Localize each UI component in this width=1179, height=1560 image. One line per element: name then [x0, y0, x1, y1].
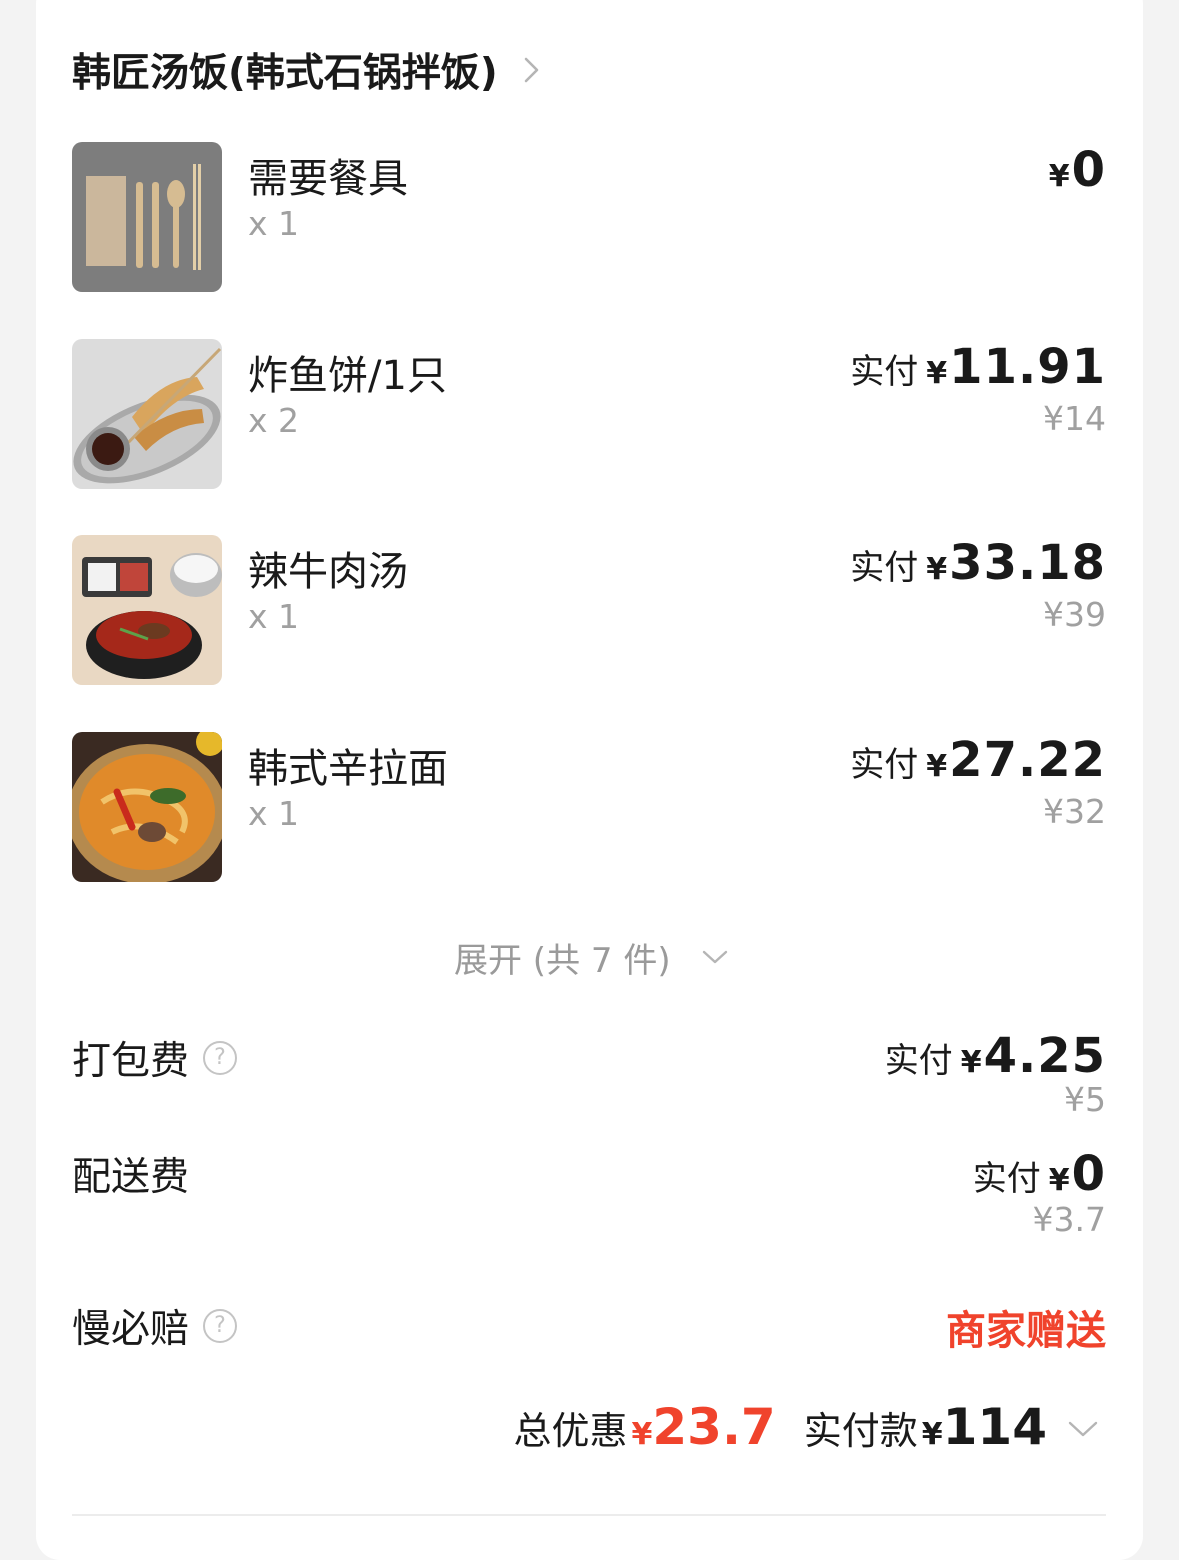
price-amount: 0: [1071, 1146, 1106, 1202]
original-price: ¥5: [1064, 1080, 1106, 1119]
price-label: 实付: [850, 548, 919, 588]
item-image-tableware: [72, 142, 222, 292]
list-item[interactable]: 辣牛肉汤 x 1 实付 ¥ 33.18 ¥39: [72, 535, 1106, 685]
list-item[interactable]: 炸鱼饼/1只 x 2 实付 ¥ 11.91 ¥14: [72, 339, 1106, 489]
currency-symbol: ¥: [631, 1417, 653, 1452]
chevron-down-icon: [702, 950, 727, 964]
chevron-down-icon: [1068, 1421, 1098, 1437]
packing-fee-price-area: 实付 ¥ 4.25 ¥5: [72, 1028, 1106, 1128]
currency-symbol: ¥: [1048, 159, 1070, 194]
price-label: 实付: [884, 1041, 953, 1081]
item-price: ¥ 0: [1049, 142, 1106, 198]
currency-symbol: ¥: [960, 1045, 982, 1080]
late-guarantee-label: 慢必赔: [72, 1307, 190, 1352]
price-label: 实付: [850, 745, 919, 785]
paid-label: 实付款: [803, 1409, 918, 1453]
original-price: ¥32: [1043, 792, 1106, 831]
currency-symbol: ¥: [921, 1417, 943, 1452]
delivery-fee-price-area: 实付 ¥ 0 ¥3.7: [72, 1146, 1106, 1246]
item-name: 炸鱼饼/1只: [248, 353, 447, 399]
item-name: 辣牛肉汤: [248, 549, 408, 595]
item-name: 需要餐具: [248, 156, 408, 202]
original-price: ¥39: [1043, 595, 1106, 634]
original-price: ¥14: [1043, 399, 1106, 438]
packing-fee-price: 实付 ¥ 4.25: [885, 1028, 1106, 1084]
item-quantity: x 1: [248, 204, 300, 243]
price-amount: 0: [1071, 142, 1106, 198]
expand-items-button[interactable]: 展开 (共 7 件): [454, 932, 729, 982]
price-amount: 33.18: [949, 535, 1106, 591]
item-image-ramen: [72, 732, 222, 882]
shop-name: 韩匠汤饭(韩式石锅拌饭): [72, 51, 498, 96]
price-amount: 4.25: [983, 1028, 1106, 1084]
item-quantity: x 2: [248, 401, 300, 440]
item-quantity: x 1: [248, 794, 300, 833]
item-image-fish-cake: [72, 339, 222, 489]
price-amount: 11.91: [949, 339, 1106, 395]
chevron-right-icon: [524, 57, 538, 83]
paid-amount: 114: [942, 1398, 1047, 1456]
late-guarantee-row: 慢必赔 ?: [72, 1298, 238, 1354]
list-item[interactable]: 需要餐具 x 1 ¥ 0: [72, 142, 1106, 292]
item-image-beef-soup: [72, 535, 222, 685]
currency-symbol: ¥: [926, 356, 948, 391]
currency-symbol: ¥: [1048, 1163, 1070, 1198]
shop-header[interactable]: 韩匠汤饭(韩式石锅拌饭): [72, 40, 546, 100]
item-quantity: x 1: [248, 597, 300, 636]
price-label: 实付: [972, 1159, 1041, 1199]
list-item[interactable]: 韩式辛拉面 x 1 实付 ¥ 27.22 ¥32: [72, 732, 1106, 882]
divider: [72, 1514, 1106, 1516]
delivery-fee-price: 实付 ¥ 0: [973, 1146, 1106, 1202]
item-price: 实付 ¥ 11.91: [850, 339, 1106, 395]
order-total[interactable]: 总优惠 ¥ 23.7 实付款 ¥ 114: [513, 1398, 1099, 1460]
expand-label: 展开 (共 7 件): [454, 940, 671, 981]
currency-symbol: ¥: [926, 749, 948, 784]
price-label: 实付: [850, 352, 919, 392]
price-amount: 27.22: [949, 732, 1106, 788]
original-price: ¥3.7: [1032, 1200, 1106, 1239]
late-guarantee-value: 商家赠送: [946, 1308, 1106, 1354]
item-name: 韩式辛拉面: [248, 746, 448, 792]
currency-symbol: ¥: [926, 552, 948, 587]
item-price: 实付 ¥ 33.18: [850, 535, 1106, 591]
item-price: 实付 ¥ 27.22: [850, 732, 1106, 788]
help-icon[interactable]: ?: [203, 1309, 238, 1343]
discount-amount: 23.7: [652, 1398, 776, 1456]
discount-label: 总优惠: [513, 1409, 628, 1453]
